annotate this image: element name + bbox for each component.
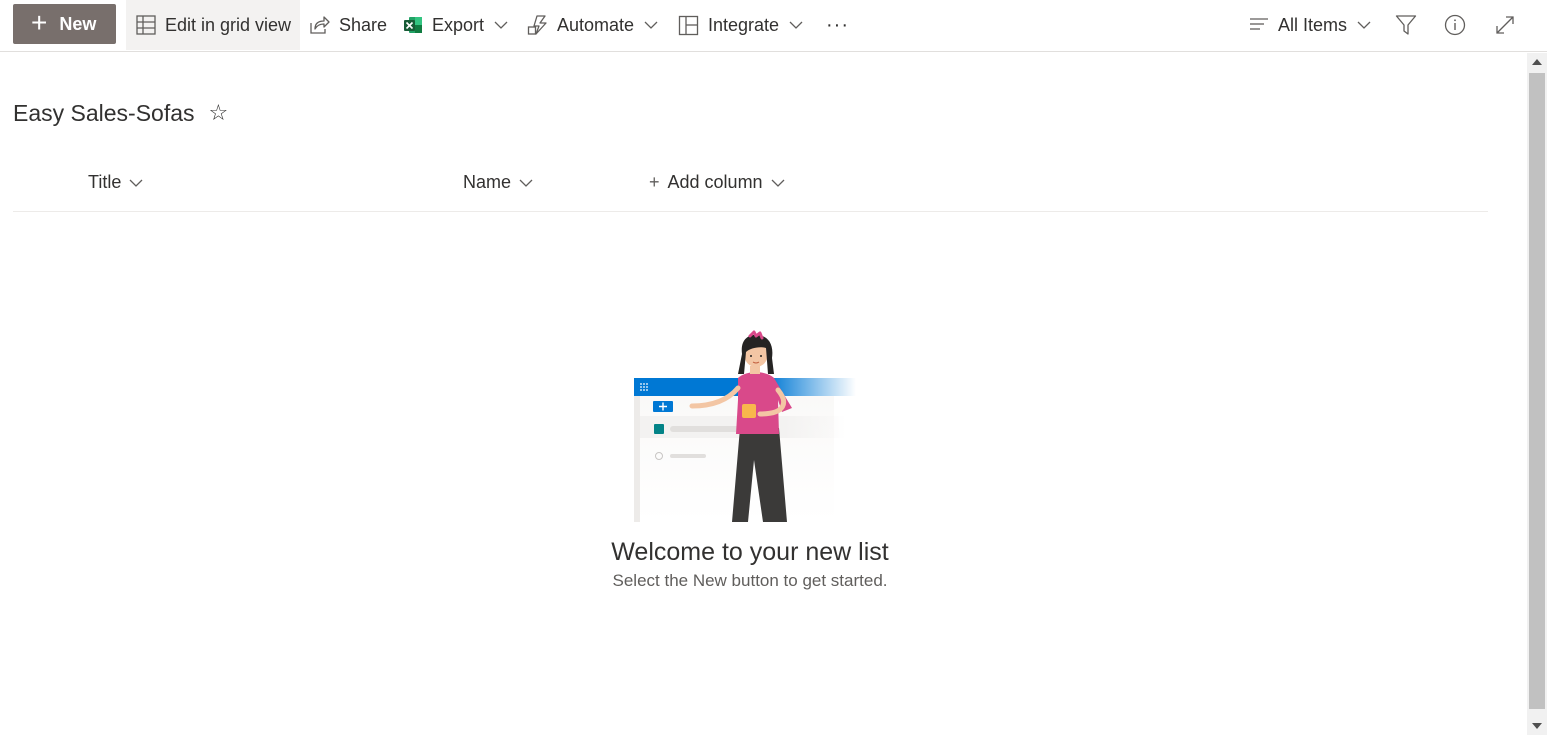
chevron-down-icon [519,172,533,193]
view-lines-icon [1249,17,1269,33]
empty-state-subtext: Select the New button to get started. [612,571,888,590]
view-selector[interactable]: All Items [1249,0,1371,50]
list-header: Easy Sales-Sofas ☆ [13,100,228,127]
favorite-star-icon[interactable]: ☆ [209,101,229,126]
new-button-label: New [59,13,97,34]
view-label: All Items [1278,14,1348,35]
chevron-down-icon [1357,21,1371,30]
more-icon: ··· [826,13,849,36]
add-column-button[interactable]: + Add column [649,172,785,193]
add-plus-icon: + [649,172,660,192]
scroll-down-arrow-icon[interactable] [1532,723,1542,729]
more-options-button[interactable]: ··· [826,0,849,50]
share-button[interactable]: Share [309,0,387,50]
chevron-down-icon [789,21,803,30]
scroll-up-arrow-icon[interactable] [1532,59,1542,65]
add-column-label: Add column [667,172,763,192]
grid-icon [136,15,156,35]
column-title-label: Title [88,172,122,192]
automate-icon [527,14,548,36]
column-header-row: Title Name + Add column [13,160,1488,212]
new-button[interactable]: + New [13,4,116,44]
vertical-scrollbar[interactable] [1527,53,1547,735]
integrate-button[interactable]: Integrate [678,0,803,50]
info-icon [1444,14,1466,36]
chevron-down-icon [129,172,143,193]
filter-icon [1395,14,1417,36]
scrollbar-thumb[interactable] [1529,73,1545,709]
empty-list-illustration [634,330,856,522]
share-label: Share [339,14,388,35]
edit-in-grid-view-button[interactable]: Edit in grid view [126,0,300,50]
chevron-down-icon [771,172,785,193]
excel-icon [403,15,423,35]
automate-button[interactable]: Automate [527,0,658,50]
filter-button[interactable] [1395,0,1417,50]
empty-state-heading: Welcome to your new list [611,538,889,566]
plus-icon: + [31,6,48,38]
info-button[interactable] [1444,0,1466,50]
edit-in-grid-view-label: Edit in grid view [165,14,292,35]
chevron-down-icon [644,21,658,30]
column-name-label: Name [463,172,512,192]
expand-icon [1494,14,1516,36]
export-button[interactable]: Export [403,0,508,50]
export-label: Export [432,14,485,35]
list-title: Easy Sales-Sofas [13,100,195,126]
column-header-name[interactable]: Name [463,172,533,193]
share-icon [309,15,330,35]
automate-label: Automate [557,14,635,35]
fullscreen-button[interactable] [1494,0,1516,50]
command-bar: + New Edit in grid view Share Export Aut… [0,0,1547,52]
chevron-down-icon [494,21,508,30]
integrate-icon [678,15,699,36]
integrate-label: Integrate [708,14,780,35]
column-header-title[interactable]: Title [88,172,143,193]
